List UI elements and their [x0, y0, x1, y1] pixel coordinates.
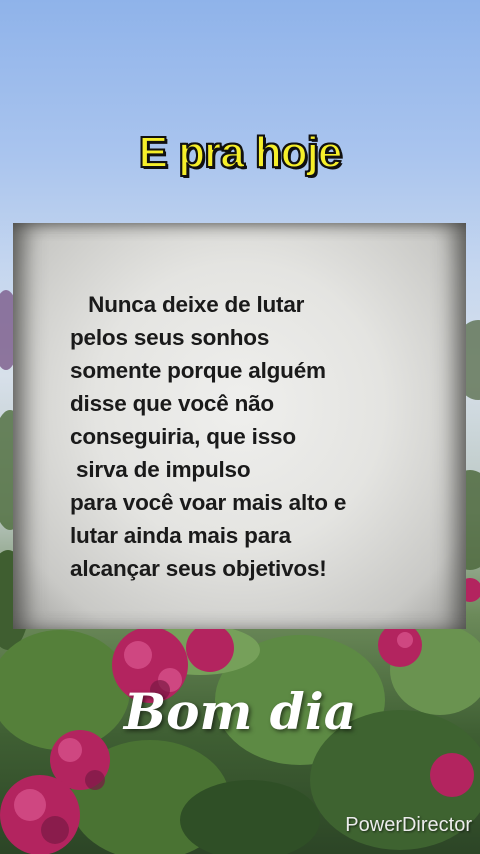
- quote-text: Nunca deixe de lutar pelos seus sonhos s…: [70, 292, 347, 581]
- greeting-text: Bom dia: [123, 682, 357, 741]
- watermark: PowerDirector: [345, 814, 472, 836]
- headline: E pra hoje: [138, 127, 344, 178]
